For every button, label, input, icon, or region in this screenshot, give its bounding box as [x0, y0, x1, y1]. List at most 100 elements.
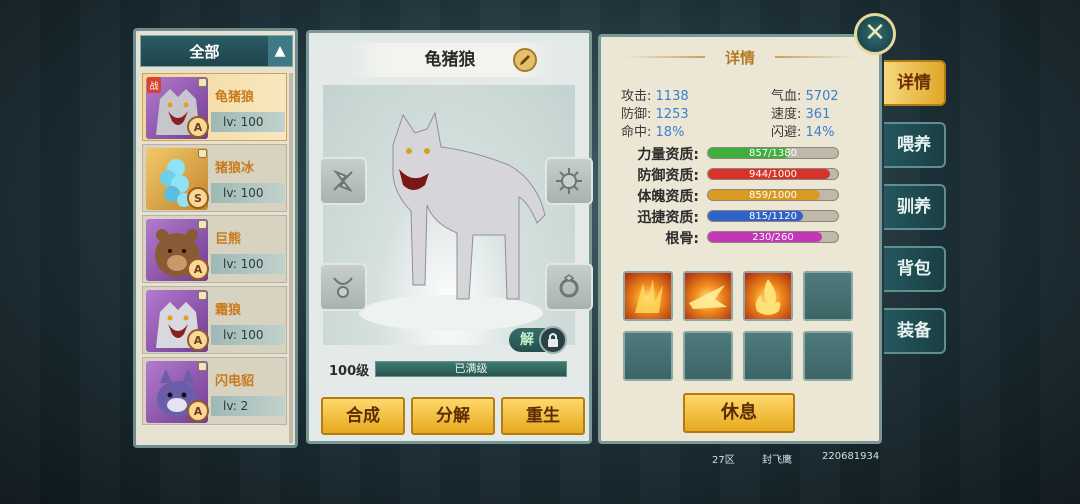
lock-icon: [198, 362, 207, 371]
aptitude-bar: 944/1000: [707, 168, 839, 180]
tab-bag[interactable]: 背包: [884, 246, 946, 292]
grade-badge: A: [187, 400, 209, 422]
pet-list-item[interactable]: A 闪电貂 lv: 2: [142, 357, 287, 425]
details-panel: 详情 攻击: 1138 气血: 5702 防御: 1253 速度: 361 命中…: [598, 34, 882, 444]
skill-slot-filled[interactable]: [683, 271, 733, 321]
stat-speed: 速度: 361: [771, 107, 831, 122]
axe-icon: [333, 169, 353, 193]
aptitude-value: 815/1120: [749, 211, 797, 222]
pet-list: 战 A 龟猪狼 lv: 100 S 猪狼冰 lv: 100 A 巨熊 lv: 1…: [142, 73, 287, 428]
lock-icon: [198, 291, 207, 300]
aptitude-bar: 230/260: [707, 231, 839, 243]
skill-slot-empty[interactable]: [803, 331, 853, 381]
pet-name: 猪狼冰: [215, 161, 255, 176]
stat-dodge: 闪避: 14%: [771, 125, 835, 140]
flame-icon: [755, 279, 781, 315]
aptitude-value: 230/260: [752, 232, 794, 243]
ring-icon: [559, 274, 579, 298]
unlock-button[interactable]: 解: [509, 326, 569, 354]
lock-icon: [198, 78, 207, 87]
aptitude-row: 体魄资质: 859/1000: [621, 187, 843, 205]
skill-slot-filled[interactable]: [743, 271, 793, 321]
pet-name: 龟猪狼: [215, 90, 255, 105]
level-label: 100级: [329, 364, 370, 379]
skill-slot-filled[interactable]: [623, 271, 673, 321]
server-label: 27区: [712, 455, 735, 466]
lock-icon: [539, 326, 567, 354]
player-id: 220681934: [822, 451, 880, 462]
aptitude-row: 力量资质: 857/1380: [621, 145, 843, 163]
aptitude-value: 857/1380: [749, 148, 797, 159]
equip-slot-necklace[interactable]: [319, 263, 367, 311]
close-button[interactable]: ✕: [854, 13, 896, 55]
grade-badge: A: [187, 329, 209, 351]
grade-badge: A: [187, 258, 209, 280]
reborn-button[interactable]: 重生: [501, 397, 585, 435]
stat-defense: 防御: 1253: [621, 107, 689, 122]
player-name: 封飞鹰: [762, 455, 792, 466]
rest-button[interactable]: 休息: [683, 393, 795, 433]
skill-slot-empty[interactable]: [743, 331, 793, 381]
exp-label: 已满级: [454, 362, 488, 375]
fire-claw-icon: [635, 279, 663, 313]
pet-list-item[interactable]: S 猪狼冰 lv: 100: [142, 144, 287, 212]
aptitude-row: 防御资质: 944/1000: [621, 166, 843, 184]
equip-slot-weapon[interactable]: [319, 157, 367, 205]
pencil-icon: [520, 55, 530, 65]
chevron-up-icon[interactable]: ▲: [268, 36, 292, 66]
level-row: 100级 已满级: [329, 360, 569, 379]
equip-slot-armor[interactable]: [545, 157, 593, 205]
decompose-button[interactable]: 分解: [411, 397, 495, 435]
aptitude-label: 根骨:: [665, 231, 699, 247]
aptitude-value: 859/1000: [749, 190, 797, 201]
pet-list-item[interactable]: 战 A 龟猪狼 lv: 100: [142, 73, 287, 141]
equip-slot-ring[interactable]: [545, 263, 593, 311]
spiked-ball-icon: [556, 168, 582, 194]
aptitude-label: 体魄资质:: [637, 189, 699, 205]
grade-badge: S: [187, 187, 209, 209]
skill-slot-empty[interactable]: [623, 331, 673, 381]
fire-burst-icon: [689, 285, 727, 309]
aptitude-bar: 859/1000: [707, 189, 839, 201]
aptitude-bar: 815/1120: [707, 210, 839, 222]
stat-hp: 气血: 5702: [771, 89, 839, 104]
pet-level: lv: 2: [211, 396, 285, 416]
aptitude-label: 力量资质:: [637, 147, 699, 163]
aptitude-bar: 857/1380: [707, 147, 839, 159]
stat-hit: 命中: 18%: [621, 125, 685, 140]
close-icon: ✕: [864, 18, 886, 48]
pet-name: 闪电貂: [215, 374, 255, 389]
necklace-icon: [333, 277, 353, 298]
pet-level: lv: 100: [211, 254, 285, 274]
stat-attack: 攻击: 1138: [621, 89, 689, 104]
tab-feed[interactable]: 喂养: [884, 122, 946, 168]
aptitude-row: 迅捷资质: 815/1120: [621, 208, 843, 226]
pet-display-panel: 龟猪狼 解 100级 已满级 合成 分解 重生: [306, 30, 593, 444]
tab-equipment[interactable]: 装备: [884, 308, 946, 354]
pet-name: 巨熊: [215, 232, 242, 247]
details-title: 详情: [724, 49, 755, 67]
synthesize-button[interactable]: 合成: [321, 397, 405, 435]
pet-list-item[interactable]: A 巨熊 lv: 100: [142, 215, 287, 283]
list-scrollbar[interactable]: [289, 73, 293, 443]
tab-details[interactable]: 详情: [884, 60, 946, 106]
filter-label: 全部: [189, 42, 220, 61]
skill-slot-empty[interactable]: [683, 331, 733, 381]
lock-icon: [198, 149, 207, 158]
skill-slot-empty[interactable]: [803, 271, 853, 321]
lock-icon: [198, 220, 207, 229]
grade-badge: A: [187, 116, 209, 138]
battle-tag: 战: [147, 77, 161, 93]
pet-level: lv: 100: [211, 325, 285, 345]
rename-button[interactable]: [513, 48, 537, 72]
tab-tame[interactable]: 驯养: [884, 184, 946, 230]
aptitude-value: 944/1000: [749, 169, 797, 180]
pet-list-panel: 全部 ▲ 战 A 龟猪狼 lv: 100 S 猪狼冰 lv: 100 A 巨熊 …: [133, 28, 298, 448]
aptitude-label: 防御资质:: [637, 168, 699, 184]
pet-name: 霜狼: [215, 303, 242, 318]
pet-level: lv: 100: [211, 183, 285, 203]
pet-list-item[interactable]: A 霜狼 lv: 100: [142, 286, 287, 354]
filter-dropdown[interactable]: 全部 ▲: [140, 35, 293, 67]
aptitude-row: 根骨: 230/260: [621, 229, 843, 247]
aptitude-label: 迅捷资质:: [637, 210, 699, 226]
